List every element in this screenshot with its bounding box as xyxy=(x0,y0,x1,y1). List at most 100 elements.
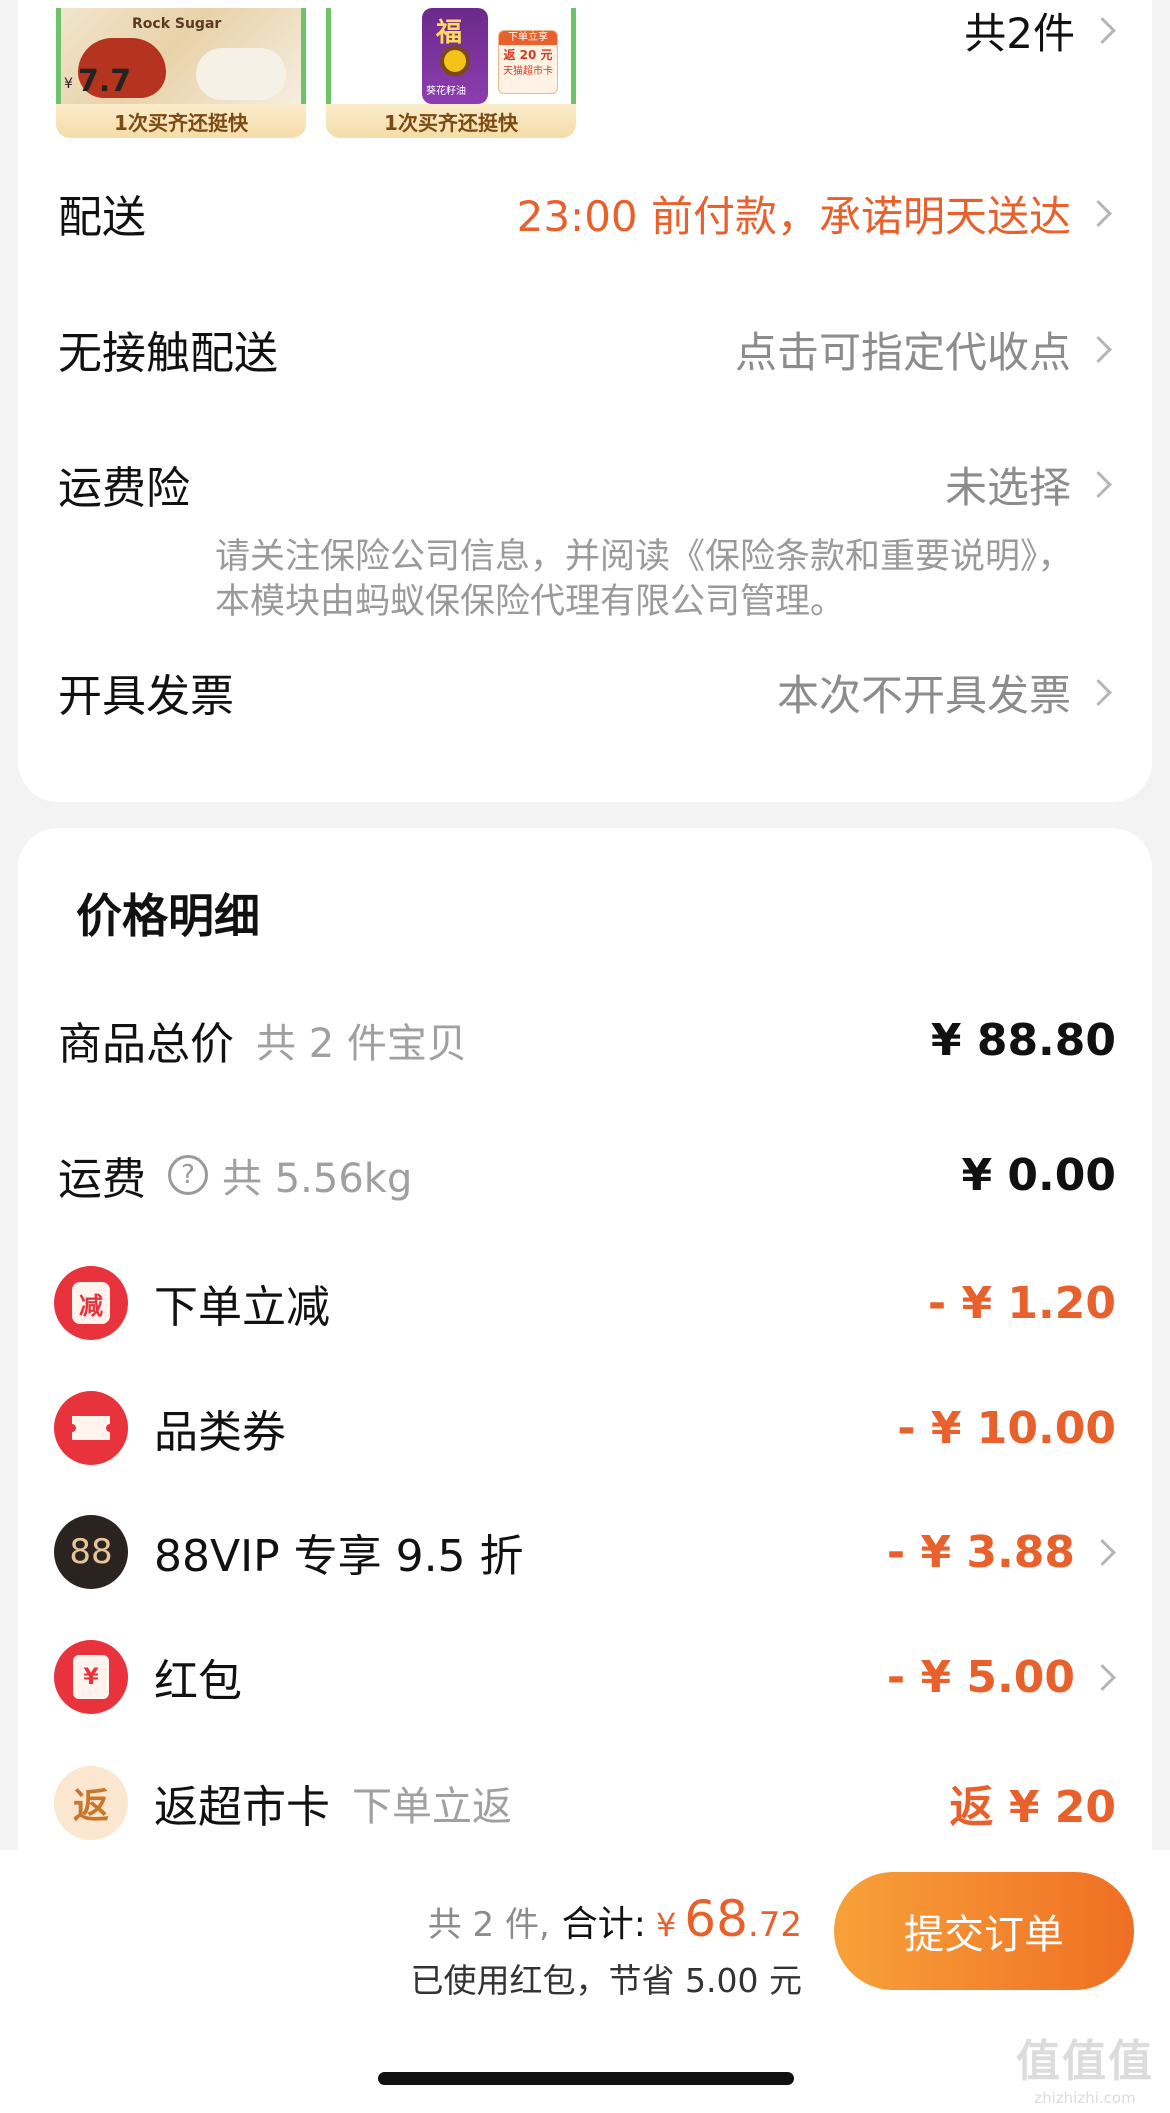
pickup-point-text: 点击可指定代收点 xyxy=(734,327,1071,377)
insurance-status-text: 未选择 xyxy=(944,462,1071,512)
instant-discount-icon: 减 xyxy=(54,1266,128,1340)
green-border-right xyxy=(301,8,306,106)
vip-88-icon-text: 88 xyxy=(69,1532,113,1572)
watermark-sub: zhizhizhi.com xyxy=(1034,2089,1136,2107)
total-integer: 68 xyxy=(684,1890,748,1948)
help-circle-icon[interactable]: ? xyxy=(168,1155,208,1195)
contactless-delivery-row[interactable]: 无接触配送 点击可指定代收点 xyxy=(58,314,1112,384)
goods-total-label: 商品总价 xyxy=(58,1019,234,1070)
promo-sticker-sub: 天猫超市卡 xyxy=(503,66,553,77)
item-count-label: 共2件 xyxy=(964,9,1075,58)
savings-text: 已使用红包，节省 5.00 元 xyxy=(410,1961,802,2000)
price-currency: ¥ xyxy=(64,76,73,92)
instant-discount-amount: - ¥ 1.20 xyxy=(927,1277,1116,1329)
green-border-left xyxy=(56,8,61,106)
goods-total-sub: 共 2 件宝贝 xyxy=(256,1021,467,1067)
shipping-fee-row: 运费 ? 共 5.56kg ¥ 0.00 xyxy=(58,1140,1116,1210)
instant-discount-label: 下单立减 xyxy=(154,1282,330,1333)
total-line: 共 2 件, 合计: ¥ 68 .72 xyxy=(411,1890,802,1948)
discount-row-red-packet[interactable]: ¥ 红包 - ¥ 5.00 xyxy=(54,1637,1116,1717)
vip-88-icon: 88 xyxy=(54,1515,128,1589)
discount-row-supermarket-card: 返 返超市卡 下单立返 返 ¥ 20 xyxy=(54,1763,1116,1843)
green-border-left xyxy=(326,8,331,106)
product-thumbnail-rock-sugar[interactable]: Rock Sugar ¥ 7.7 1次买齐还挺快 xyxy=(56,8,306,138)
oil-bottle-shape: 福 葵花籽油 xyxy=(422,8,488,104)
vip-discount-label: 88VIP 专享 9.5 折 xyxy=(154,1531,524,1582)
oil-product-text: 葵花籽油 xyxy=(426,86,466,97)
goods-total-amount: ¥ 88.80 xyxy=(930,1014,1116,1066)
contactless-label: 无接触配送 xyxy=(58,328,278,379)
discount-row-coupon: 品类券 - ¥ 10.00 xyxy=(54,1388,1116,1468)
instant-discount-icon-text: 减 xyxy=(79,1291,103,1320)
instant-discount-icon-inner: 减 xyxy=(72,1282,110,1324)
goods-total-row: 商品总价 共 2 件宝贝 ¥ 88.80 xyxy=(58,1005,1116,1075)
promo-sticker: 下单立享 返 20 元 天猫超市卡 xyxy=(498,30,558,94)
ticket-icon-glyph xyxy=(72,1416,110,1440)
product-tag: 1次买齐还挺快 xyxy=(326,104,576,138)
supermarket-card-amount: 返 ¥ 20 xyxy=(949,1782,1116,1833)
total-decimal: .72 xyxy=(747,1905,802,1945)
submit-order-button[interactable]: 提交订单 xyxy=(834,1872,1134,1990)
return-card-icon-text: 返 xyxy=(72,1786,109,1827)
vip-discount-amount-text: - ¥ 3.88 xyxy=(886,1526,1075,1578)
invoice-status-text: 本次不开具发票 xyxy=(776,670,1071,720)
chevron-right-icon xyxy=(1089,17,1116,44)
price-detail-title: 价格明细 xyxy=(76,889,260,943)
sunflower-oil-image: 福 葵花籽油 下单立享 返 20 元 天猫超市卡 xyxy=(326,8,576,106)
chevron-right-icon xyxy=(1085,199,1112,227)
invoice-label: 开具发票 xyxy=(58,671,234,722)
total-label: 合计: xyxy=(561,1904,646,1945)
green-border-right xyxy=(571,8,576,106)
chevron-right-icon xyxy=(1085,678,1112,706)
red-packet-label: 红包 xyxy=(154,1656,242,1707)
price-detail-card: 价格明细 商品总价 共 2 件宝贝 ¥ 88.80 运费 ? 共 5.56kg … xyxy=(18,828,1152,1908)
shipping-insurance-row[interactable]: 运费险 未选择 xyxy=(58,449,1112,519)
total-currency: ¥ xyxy=(655,1906,677,1944)
vip-discount-amount: - ¥ 3.88 xyxy=(887,1527,1116,1578)
order-options-card: 共2件 Rock Sugar ¥ 7.7 1次买齐还挺快 福 葵花籽油 下单立享 xyxy=(18,0,1152,802)
shipping-weight: 共 5.56kg xyxy=(222,1156,413,1202)
promo-sticker-amount: 返 20 元 xyxy=(503,48,553,62)
product-tag: 1次买齐还挺快 xyxy=(56,104,306,138)
invoice-value: 本次不开具发票 xyxy=(777,662,1112,723)
chevron-right-icon xyxy=(1089,1663,1116,1691)
shipping-fee-label: 运费 xyxy=(58,1154,146,1205)
red-packet-icon-text: ¥ xyxy=(83,1664,99,1690)
delivery-label: 配送 xyxy=(58,192,146,243)
promo-sticker-title: 下单立享 xyxy=(499,31,557,45)
invoice-row[interactable]: 开具发票 本次不开具发票 xyxy=(58,657,1112,727)
shipping-insurance-value: 未选择 xyxy=(945,454,1112,515)
chevron-right-icon xyxy=(1085,470,1112,498)
red-packet-icon-inner: ¥ xyxy=(73,1655,109,1699)
discount-row-instant: 减 下单立减 - ¥ 1.20 xyxy=(54,1263,1116,1343)
chevron-right-icon xyxy=(1089,1538,1116,1566)
contactless-value: 点击可指定代收点 xyxy=(735,319,1112,380)
watermark: 值值值 zhizhizhi.com xyxy=(1010,2025,1160,2107)
sunflower-icon xyxy=(440,46,470,76)
return-card-icon: 返 xyxy=(54,1766,128,1840)
delivery-promise-text: 23:00 前付款，承诺明天送达 xyxy=(516,191,1071,241)
product-thumbnail-sunflower-oil[interactable]: 福 葵花籽油 下单立享 返 20 元 天猫超市卡 1次买齐还挺快 xyxy=(326,8,576,138)
chevron-right-icon xyxy=(1085,335,1112,363)
red-packet-amount-text: - ¥ 5.00 xyxy=(886,1651,1075,1703)
item-count: 共 2 件, xyxy=(427,1905,550,1945)
rock-sugar-image: Rock Sugar ¥ 7.7 xyxy=(56,8,306,106)
delivery-row[interactable]: 配送 23:00 前付款，承诺明天送达 xyxy=(58,178,1112,248)
delivery-value: 23:00 前付款，承诺明天送达 xyxy=(517,183,1112,244)
brand-char: 福 xyxy=(436,18,463,48)
red-packet-amount: - ¥ 5.00 xyxy=(887,1652,1116,1703)
red-packet-icon: ¥ xyxy=(54,1640,128,1714)
shipping-insurance-label: 运费险 xyxy=(58,463,190,514)
sugar-crystals-shape xyxy=(196,48,286,100)
discount-row-88vip[interactable]: 88 88VIP 专享 9.5 折 - ¥ 3.88 xyxy=(54,1512,1116,1592)
category-coupon-label: 品类券 xyxy=(154,1407,286,1458)
ticket-icon xyxy=(54,1391,128,1465)
category-coupon-amount: - ¥ 10.00 xyxy=(897,1402,1116,1454)
item-count-link[interactable]: 共2件 xyxy=(964,0,1116,61)
supermarket-card-sub: 下单立返 xyxy=(352,1784,512,1830)
shipping-fee-amount: ¥ 0.00 xyxy=(961,1149,1117,1201)
home-indicator xyxy=(378,2072,794,2085)
order-summary: 共 2 件, 合计: ¥ 68 .72 已使用红包，节省 5.00 元 xyxy=(411,1890,802,2002)
rock-sugar-label: Rock Sugar xyxy=(132,16,222,32)
supermarket-card-label: 返超市卡 xyxy=(154,1782,330,1833)
